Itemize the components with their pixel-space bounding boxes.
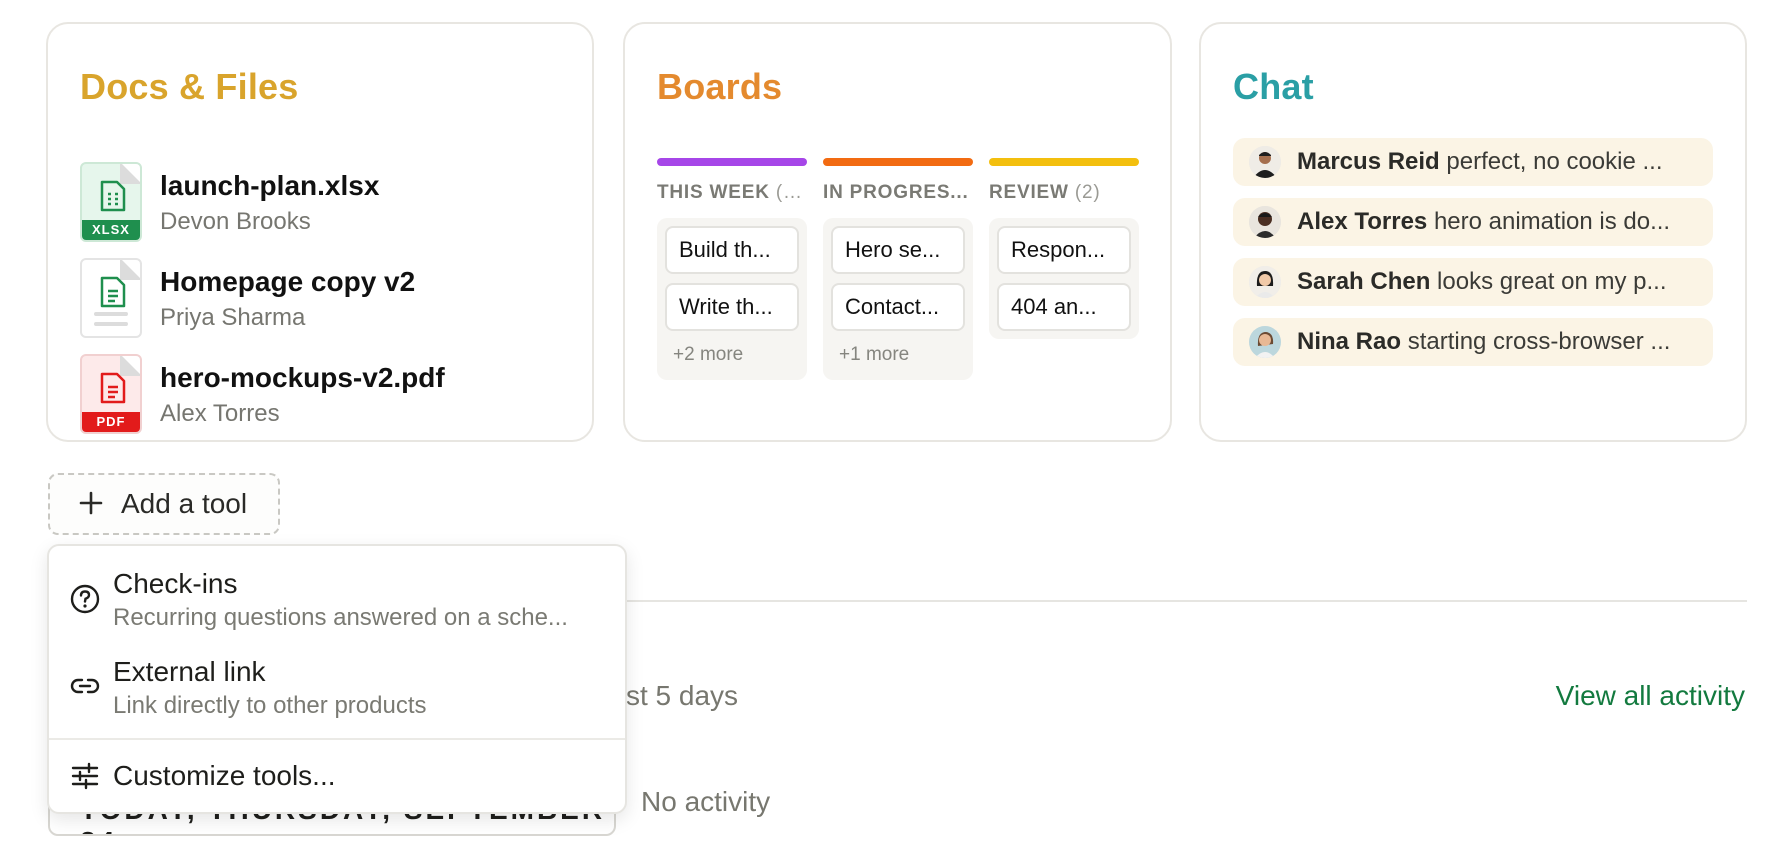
sliders-icon	[71, 762, 99, 790]
doc-author: Alex Torres	[160, 400, 280, 427]
column-body: Respon... 404 an...	[989, 218, 1139, 339]
chat-message[interactable]: Alex Torres hero animation is do...	[1233, 198, 1713, 246]
add-tool-button[interactable]: Add a tool	[48, 473, 280, 535]
board-column[interactable]: REVIEW (2) Respon... 404 an...	[989, 158, 1139, 339]
doc-author: Priya Sharma	[160, 304, 306, 331]
chat-title[interactable]: Chat	[1233, 66, 1314, 108]
more-cards-link[interactable]: +1 more	[831, 340, 965, 372]
chat-message-text: Marcus Reid perfect, no cookie ...	[1297, 148, 1663, 175]
board-card[interactable]: Contact...	[831, 283, 965, 331]
column-body: Hero se... Contact... +1 more	[823, 218, 973, 380]
board-card[interactable]: Write th...	[665, 283, 799, 331]
doc-name[interactable]: Homepage copy v2	[160, 266, 415, 298]
avatar	[1249, 146, 1281, 178]
section-divider	[594, 600, 1747, 602]
docs-files-title[interactable]: Docs & Files	[80, 66, 298, 108]
add-tool-menu[interactable]: Check-ins Recurring questions answered o…	[47, 544, 627, 814]
view-all-activity-link[interactable]: View all activity	[1556, 680, 1745, 712]
menu-item-customize-tools[interactable]: Customize tools...	[49, 740, 625, 814]
docs-files-card[interactable]: Docs & Files XLSX launch-plan.xlsx Devon…	[46, 22, 594, 442]
board-card[interactable]: Build th...	[665, 226, 799, 274]
board-column[interactable]: IN PROGRES... Hero se... Contact... +1 m…	[823, 158, 973, 380]
document-file-icon	[80, 258, 142, 338]
chat-message-text: Alex Torres hero animation is do...	[1297, 208, 1671, 235]
doc-tag: PDF	[82, 412, 140, 432]
board-card[interactable]: 404 an...	[997, 283, 1131, 331]
menu-item-description: Recurring questions answered on a sche..…	[113, 604, 568, 631]
column-color-bar	[657, 158, 807, 166]
boards-card[interactable]: Boards THIS WEEK (… Build th... Write th…	[623, 22, 1172, 442]
doc-item[interactable]: XLSX launch-plan.xlsx Devon Brooks	[80, 162, 560, 244]
column-color-bar	[989, 158, 1139, 166]
activity-range-text: st 5 days	[626, 680, 739, 711]
avatar	[1249, 326, 1281, 358]
board-card[interactable]: Hero se...	[831, 226, 965, 274]
menu-item-description: Link directly to other products	[113, 692, 427, 719]
customize-tools-label: Customize tools...	[113, 760, 336, 791]
add-tool-label: Add a tool	[121, 488, 248, 519]
column-header: IN PROGRES...	[823, 182, 969, 203]
doc-item[interactable]: Homepage copy v2 Priya Sharma	[80, 258, 560, 340]
chat-message[interactable]: Sarah Chen looks great on my p...	[1233, 258, 1713, 306]
menu-item-title: Check-ins	[113, 568, 238, 599]
boards-title[interactable]: Boards	[657, 66, 782, 108]
question-circle-icon	[70, 584, 100, 614]
column-body: Build th... Write th... +2 more	[657, 218, 807, 380]
avatar	[1249, 206, 1281, 238]
board-card[interactable]: Respon...	[997, 226, 1131, 274]
chat-message[interactable]: Marcus Reid perfect, no cookie ...	[1233, 138, 1713, 186]
column-header: THIS WEEK (…	[657, 182, 803, 203]
doc-name[interactable]: launch-plan.xlsx	[160, 170, 379, 202]
link-icon	[70, 678, 100, 694]
menu-item-title: External link	[113, 656, 266, 687]
doc-name[interactable]: hero-mockups-v2.pdf	[160, 362, 445, 394]
column-color-bar	[823, 158, 973, 166]
menu-item-check-ins[interactable]: Check-ins Recurring questions answered o…	[49, 546, 625, 634]
board-column[interactable]: THIS WEEK (… Build th... Write th... +2 …	[657, 158, 807, 380]
plus-icon	[79, 491, 103, 515]
chat-message-text: Sarah Chen looks great on my p...	[1297, 268, 1667, 295]
pdf-file-icon: PDF	[80, 354, 142, 434]
column-header: REVIEW (2)	[989, 182, 1101, 203]
chat-message-text: Nina Rao starting cross-browser ...	[1297, 328, 1671, 355]
avatar	[1249, 266, 1281, 298]
spreadsheet-file-icon: XLSX	[80, 162, 142, 242]
doc-item[interactable]: PDF hero-mockups-v2.pdf Alex Torres	[80, 354, 560, 436]
more-cards-link[interactable]: +2 more	[665, 340, 799, 372]
doc-author: Devon Brooks	[160, 208, 311, 235]
menu-item-external-link[interactable]: External link Link directly to other pro…	[49, 634, 625, 728]
chat-message[interactable]: Nina Rao starting cross-browser ...	[1233, 318, 1713, 366]
no-activity-text: No activity	[641, 786, 771, 817]
doc-tag: XLSX	[82, 220, 140, 240]
chat-card[interactable]: Chat Marcus Reid perfect, no cookie ... …	[1199, 22, 1747, 442]
